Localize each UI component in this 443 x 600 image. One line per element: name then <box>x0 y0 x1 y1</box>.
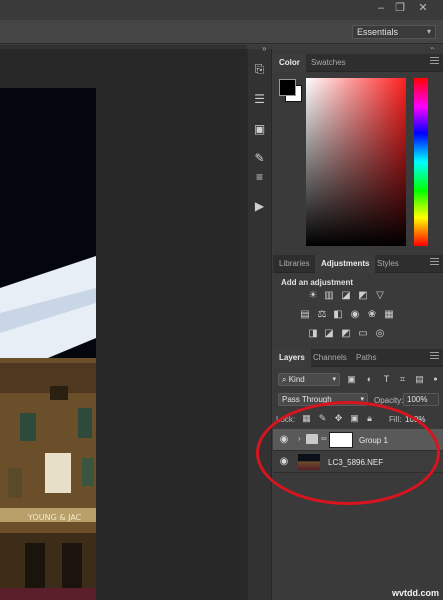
filter-shape-icon[interactable]: ⌗ <box>397 374 408 385</box>
gradient-map-icon[interactable]: ▭ <box>357 328 369 340</box>
app-window: – ❐ ✕ Essentials ▾ YOUNG & JAC » ⎘ ☰ ▣ ✎… <box>0 0 443 600</box>
highlight-annotation-ring <box>256 401 440 505</box>
filter-type-icon[interactable]: T <box>381 374 392 385</box>
opacity-value: 100% <box>407 395 428 404</box>
filter-pixel-icon[interactable]: ▣ <box>346 374 357 385</box>
tab-paths[interactable]: Paths <box>350 349 382 367</box>
tab-color[interactable]: Color <box>273 54 306 72</box>
hue-slider[interactable] <box>414 78 428 246</box>
close-icon[interactable]: ✕ <box>416 2 430 15</box>
tab-layers[interactable]: Layers <box>273 349 311 367</box>
panel-menu-icon[interactable] <box>430 352 439 362</box>
properties-icon[interactable]: ☰ <box>249 89 270 110</box>
filter-adjustment-icon[interactable]: ◐ <box>364 374 375 385</box>
layer-filter-select[interactable]: ⌕ Kind ▾ <box>278 373 340 386</box>
watermark: wvtdd.com <box>391 588 439 598</box>
adjustments-subtitle: Add an adjustment <box>281 278 354 287</box>
chevron-down-icon: ▾ <box>332 376 336 383</box>
photo-filter-icon[interactable]: ◉ <box>349 309 361 321</box>
panel-menu-icon[interactable] <box>430 57 439 67</box>
history-icon[interactable]: ⎘ <box>249 59 270 80</box>
hue-saturation-icon[interactable]: ▤ <box>299 309 311 321</box>
tab-libraries[interactable]: Libraries <box>273 255 316 273</box>
artboard-icon[interactable]: ▣ <box>249 119 270 140</box>
window-title-bar: – ❐ ✕ <box>0 0 443 20</box>
color-panel-tabs: Color Swatches <box>273 54 443 72</box>
threshold-icon[interactable]: ◩ <box>340 328 352 340</box>
invert-icon[interactable]: ◨ <box>307 328 319 340</box>
exposure-icon[interactable]: ◩ <box>357 290 369 302</box>
selective-color-icon[interactable]: ◎ <box>374 328 386 340</box>
color-field[interactable] <box>306 78 406 246</box>
workspace-select[interactable]: Essentials ▾ <box>352 25 436 39</box>
levels-icon[interactable]: ▥ <box>323 290 335 302</box>
search-icon: ⌕ <box>282 375 289 384</box>
layers-panel-tabs: Layers Channels Paths <box>273 349 443 367</box>
document-tab-strip <box>0 45 247 49</box>
posterize-icon[interactable]: ◪ <box>323 328 335 340</box>
filter-kind-label: Kind <box>288 375 305 384</box>
tab-swatches[interactable]: Swatches <box>305 54 352 72</box>
color-lookup-icon[interactable]: ▦ <box>383 309 395 321</box>
tab-channels[interactable]: Channels <box>307 349 353 367</box>
svg-text:YOUNG & JAC: YOUNG & JAC <box>27 513 82 522</box>
vibrance-icon[interactable]: ▽ <box>374 290 386 302</box>
brush-icon[interactable]: ✎ <box>249 148 270 169</box>
filter-toggle-icon[interactable]: ● <box>430 374 441 385</box>
tab-styles[interactable]: Styles <box>371 255 405 273</box>
collapse-left-icon[interactable]: » <box>262 44 266 53</box>
chevron-down-icon: ▾ <box>426 27 431 36</box>
channel-mixer-icon[interactable]: ❀ <box>366 309 378 321</box>
foreground-color-swatch[interactable] <box>279 79 296 96</box>
brightness-icon[interactable]: ☀ <box>307 290 319 302</box>
canvas-image[interactable]: YOUNG & JAC <box>0 88 96 600</box>
adjustments-panel-tabs: Libraries Adjustments Styles <box>273 255 443 273</box>
tab-adjustments[interactable]: Adjustments <box>315 255 376 273</box>
play-icon[interactable]: ▶ <box>249 196 270 217</box>
minimize-icon[interactable]: – <box>374 2 388 15</box>
sliders-icon[interactable]: ≡ <box>249 167 270 188</box>
black-white-icon[interactable]: ◧ <box>332 309 344 321</box>
panel-menu-icon[interactable] <box>430 258 439 268</box>
workspace-label: Essentials <box>357 27 399 37</box>
opacity-field[interactable]: 100% <box>403 393 439 406</box>
color-balance-icon[interactable]: ⚖ <box>316 309 328 321</box>
restore-icon[interactable]: ❐ <box>393 2 407 15</box>
filter-smart-object-icon[interactable]: ▤ <box>414 374 425 385</box>
curves-icon[interactable]: ◪ <box>340 290 352 302</box>
